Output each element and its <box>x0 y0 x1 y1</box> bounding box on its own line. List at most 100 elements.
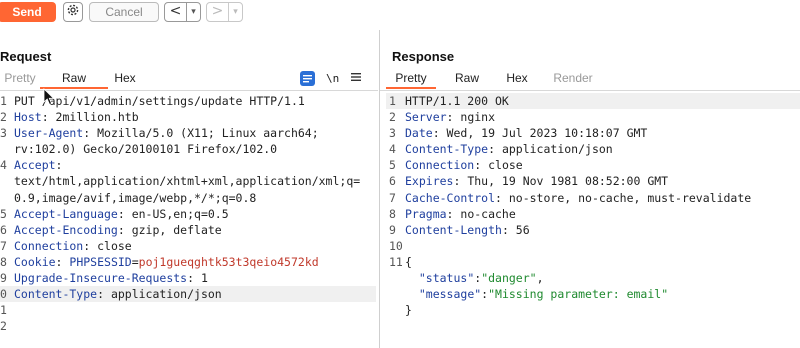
header-name: Server <box>405 110 447 125</box>
code-text: 0.9,image/avif,image/webp,*/*;q=0.8 <box>14 190 257 205</box>
code-text: rv:102.0) Gecko/20100101 Firefox/102.0 <box>14 142 278 157</box>
code-text: : <box>55 158 63 173</box>
line-number: 6 <box>0 222 7 237</box>
code-line: 9 Content-Length: 56 <box>389 222 800 238</box>
code-text: : 56 <box>501 222 530 237</box>
code-line: 6 Accept-Encoding: gzip, deflate <box>0 222 376 238</box>
code-text: : 2million.htb <box>41 110 139 125</box>
line-number: 3 <box>0 126 7 141</box>
code-line: 10 <box>389 238 800 254</box>
response-pane-title: Response <box>392 49 455 64</box>
code-line: 3 User-Agent: Mozilla/5.0 (X11; Linux aar… <box>0 125 376 141</box>
header-name: Pragma <box>405 206 447 221</box>
code-text: { <box>405 254 412 269</box>
code-text: : nginx <box>446 110 496 125</box>
header-name: Date <box>405 126 433 141</box>
response-tab-render[interactable]: Render <box>536 68 610 88</box>
response-tabs-divider <box>380 90 800 91</box>
code-text: "danger" <box>481 271 537 286</box>
line-number: 3 <box>389 126 396 141</box>
forward-history-dropdown[interactable]: ▾ <box>228 3 242 21</box>
code-text: : <box>55 254 70 269</box>
header-name: Content-Type <box>405 142 489 157</box>
code-line: 5 Connection: close <box>389 157 800 173</box>
code-line: 2 Host: 2million.htb <box>0 109 376 125</box>
code-line: 1 <box>0 302 376 318</box>
code-line: 4 Accept: <box>0 157 376 173</box>
header-name: Cookie <box>14 254 56 269</box>
code-text: = <box>131 254 139 269</box>
code-text: : no-store, no-cache, must-revalidate <box>495 190 752 205</box>
header-name: Content-Length <box>405 222 502 237</box>
back-history-dropdown[interactable]: ▾ <box>186 3 200 21</box>
response-tabs: Pretty Raw Hex Render <box>386 68 610 89</box>
response-editor[interactable]: 1 HTTP/1.1 200 OK 2 Server: nginx 3 Date: Wed… <box>389 93 800 318</box>
back-button[interactable]: < <box>165 3 186 21</box>
header-name: Cache-Control <box>405 190 496 205</box>
line-number: 10 <box>389 238 403 253</box>
code-text: PUT /api/v1/admin/settings/update HTTP/1… <box>14 94 305 108</box>
line-number <box>0 141 12 157</box>
code-text: : close <box>474 158 523 173</box>
line-number: 2 <box>389 110 396 125</box>
code-text: : <box>481 287 489 302</box>
code-text: : en-US,en;q=0.5 <box>117 206 229 221</box>
menu-icon[interactable] <box>350 69 362 87</box>
request-tab-hex[interactable]: Hex <box>108 68 142 88</box>
code-text: "status" <box>418 271 475 286</box>
code-line: 0 Content-Type: application/json <box>0 286 376 303</box>
code-line: 7 Cache-Control: no-store, no-cache, must… <box>389 190 800 206</box>
line-number: 11 <box>389 254 403 269</box>
code-line: 9 Upgrade-Insecure-Requests: 1 <box>0 270 376 286</box>
gear-icon <box>66 3 80 22</box>
line-number: 4 <box>0 158 7 173</box>
history-back-group: < ▾ <box>164 2 201 22</box>
code-line: 1 PUT /api/v1/admin/settings/update HTTP/… <box>0 93 376 109</box>
request-editor-actions: \n <box>300 70 362 86</box>
code-text: : application/json <box>97 287 222 302</box>
line-number: 2 <box>0 110 7 125</box>
request-tabs: Pretty Raw Hex <box>0 68 142 89</box>
forward-button[interactable]: > <box>207 3 228 21</box>
code-line: 0.9,image/avif,image/webp,*/*;q=0.8 <box>0 190 376 206</box>
code-text: "Missing parameter: email" <box>488 287 669 302</box>
header-name: Content-Type <box>14 287 98 302</box>
mouse-cursor-icon <box>43 88 55 111</box>
message-format-icon[interactable] <box>300 70 315 86</box>
pane-splitter[interactable] <box>379 30 380 348</box>
line-number <box>0 190 12 206</box>
header-name: Accept-Language <box>14 206 118 221</box>
response-tab-pretty[interactable]: Pretty <box>386 68 436 89</box>
code-text: : Mozilla/5.0 (X11; Linux aarch64; <box>83 126 319 141</box>
code-line: 7 Connection: close <box>0 238 376 254</box>
request-tabs-divider <box>0 90 378 91</box>
request-tab-pretty[interactable]: Pretty <box>0 68 40 88</box>
code-line: 8 Cookie: PHPSESSID = poj1gueqghtk53t3qeio4… <box>0 254 376 270</box>
request-editor[interactable]: 1 PUT /api/v1/admin/settings/update HTTP/… <box>0 93 376 334</box>
header-name: Upgrade-Insecure-Requests <box>14 271 188 286</box>
code-line: 2 Server: nginx <box>389 109 800 125</box>
settings-button[interactable] <box>63 2 83 22</box>
header-name: Accept-Encoding <box>14 222 118 237</box>
line-number <box>389 302 403 318</box>
response-tab-raw[interactable]: Raw <box>436 68 498 88</box>
response-tab-hex[interactable]: Hex <box>498 68 536 88</box>
send-button[interactable]: Send <box>0 2 56 22</box>
code-line: 5 Accept-Language: en-US,en;q=0.5 <box>0 206 376 222</box>
line-number: 4 <box>389 142 396 157</box>
cancel-button[interactable]: Cancel <box>89 2 159 22</box>
code-line: 8 Pragma: no-cache <box>389 206 800 222</box>
code-text: : application/json <box>488 142 613 157</box>
request-tab-raw[interactable]: Raw <box>40 68 108 89</box>
code-line: 11{ <box>389 254 800 270</box>
line-number: 5 <box>0 206 7 221</box>
header-name: Accept <box>14 158 56 173</box>
line-number: 6 <box>389 174 396 189</box>
code-text: HTTP/1.1 200 OK <box>405 94 509 108</box>
code-line: rv:102.0) Gecko/20100101 Firefox/102.0 <box>0 141 376 157</box>
line-number: 7 <box>389 190 396 205</box>
line-number: 5 <box>389 158 396 173</box>
newline-toggle-icon[interactable]: \n <box>326 72 339 85</box>
